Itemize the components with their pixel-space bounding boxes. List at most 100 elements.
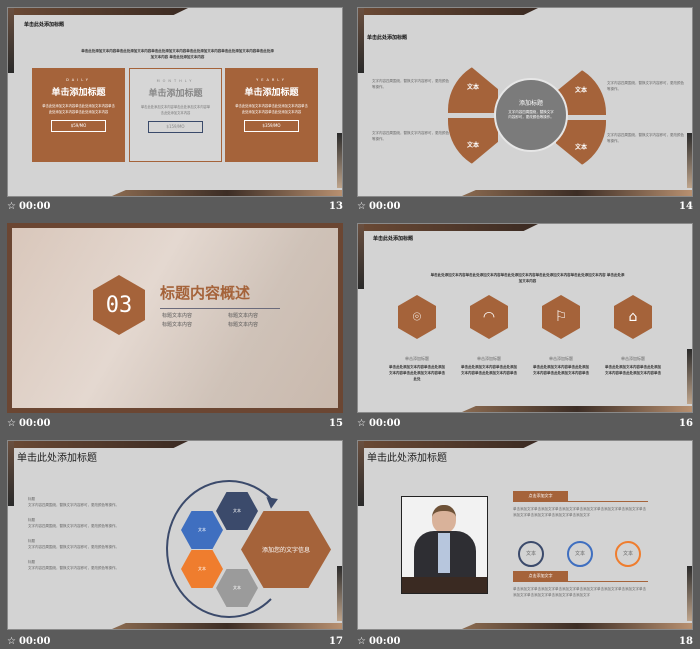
slide-title: 单击此处添加标题	[17, 453, 97, 464]
star-icon[interactable]: ☆	[357, 636, 366, 647]
divider	[513, 581, 648, 582]
paragraph: 单击添加文字单击添加文字单击添加文字单击添加文字单击添加文字单击添加文字单击添加…	[513, 507, 646, 517]
side-text: 文字内容四周围绕，替换文字内容即可，更改颜色等操作。	[372, 79, 449, 89]
slide-time: 00:00	[368, 418, 401, 429]
wood-edge	[687, 349, 692, 404]
hex-label: 文本	[198, 527, 206, 532]
bullet-item: 标题文本内容	[162, 322, 193, 328]
price-button[interactable]: $359/MO	[244, 120, 299, 132]
item-body: 单击此处添加文本内容单击此处添加文本内容单击此处添加文本内容单击	[461, 365, 517, 375]
star-icon[interactable]: ☆	[357, 418, 366, 429]
card-body: 单击此处添加文本内容单击此处添加文本内容单击此处添加文本内容单击此处添加文本内容	[235, 104, 308, 114]
block-text: 文字内容四周围绕，替换文字内容即可，更改颜色等操作。	[28, 524, 119, 528]
hex-label: 文本	[233, 508, 241, 513]
slide-timing: ☆ 00:00	[357, 201, 401, 212]
petal-label: 文本	[574, 143, 587, 151]
slide-thumbnail-15[interactable]: 03 标题内容概述 标题文本内容 标题文本内容 标题文本内容 标题文本内容	[7, 223, 343, 413]
wood-edge	[358, 8, 538, 15]
wood-edge	[337, 566, 342, 621]
star-icon[interactable]: ☆	[7, 636, 16, 647]
card-period: YEARLY	[256, 78, 287, 82]
section-title: 标题内容概述	[160, 284, 251, 302]
slide-thumbnail-18[interactable]: 单击此处添加标题 点击添加文字 单击添加文字单击添加文字单击添加文字单击添加文字…	[357, 440, 693, 630]
wood-edge	[8, 8, 188, 15]
wood-edge	[8, 441, 14, 506]
pricing-card-monthly: MONTHLY 单击添加标题 单击此处添加文本内容单击此处添加文本内容单击此处添…	[129, 68, 222, 162]
hex-label: 文本	[233, 585, 241, 590]
card-body: 单击此处添加文本内容单击此处添加文本内容单击此处添加文本内容	[140, 105, 211, 115]
petal-top-left: 文本	[448, 60, 498, 113]
item-heading: 单击添加标题	[549, 356, 573, 361]
circle-orange: 文本	[615, 541, 641, 567]
circle-navy: 文本	[518, 541, 544, 567]
bullet-item: 标题文本内容	[228, 313, 259, 319]
divider	[160, 308, 280, 309]
slide-title: 单击此处添加标题	[373, 236, 414, 242]
location-pin-icon: ⌾	[398, 295, 436, 339]
wood-edge	[8, 441, 188, 448]
person-photo	[401, 496, 488, 594]
slide-number: 16	[679, 418, 693, 429]
slide-thumbnail-16[interactable]: 单击此处添加标题 单击此处添加文本内容单击此处添加文本内容单击此处添加文本内容单…	[357, 223, 693, 413]
wood-edge	[8, 8, 14, 73]
price-button[interactable]: $159/MO	[148, 121, 203, 133]
slide-time: 00:00	[18, 418, 51, 429]
item-body: 单击此处添加文本内容单击此处添加文本内容单击此处添加文本内容单击此处	[389, 365, 445, 381]
card-body: 单击此处添加文本内容单击此处添加文本内容单击此处添加文本内容单击此处添加文本内容	[42, 104, 115, 114]
price-button[interactable]: $59/MO	[51, 120, 106, 132]
slide-number: 14	[679, 201, 693, 212]
intro-text: 单击此处添加文本内容单击此处添加文本内容单击此处添加文本内容单击此处添加文本内容…	[430, 273, 625, 283]
slide-timing: ☆ 00:00	[357, 418, 401, 429]
block-text: 文字内容四周围绕，替换文字内容即可，更改颜色等操作。	[28, 545, 119, 549]
item-body: 单击此处添加文本内容单击此处添加文本内容单击此处添加文本内容单击	[605, 365, 661, 375]
wood-edge	[358, 441, 538, 448]
paragraph: 单击添加文字单击添加文字单击添加文字单击添加文字单击添加文字单击添加文字单击添加…	[513, 587, 646, 597]
side-text: 文字内容四周围绕，替换文字内容即可，更改颜色等操作。	[372, 131, 449, 141]
wood-edge	[462, 190, 692, 196]
tag-label: 点击添加文字	[513, 571, 568, 581]
pricing-card-yearly: YEARLY 单击添加标题 单击此处添加文本内容单击此处添加文本内容单击此处添加…	[225, 68, 318, 162]
wood-edge	[337, 133, 342, 188]
slide-thumbnail-13[interactable]: 单击此处添加标题 单击此处添加文本内容单击此处添加文本内容单击此处添加文本内容单…	[7, 7, 343, 197]
slide-timing: ☆ 00:00	[7, 636, 51, 647]
slide-title: 单击此处添加标题	[367, 453, 447, 464]
slide-title: 单击此处添加标题	[24, 22, 65, 28]
section-number: 03	[105, 292, 133, 318]
chevron-up-circle-icon: ◠	[470, 295, 508, 339]
card-heading: 单击添加标题	[148, 89, 203, 99]
wood-edge	[687, 133, 692, 188]
wood-edge	[358, 441, 364, 506]
slide-time: 00:00	[368, 201, 401, 212]
block-text: 文字内容四周围绕，替换文字内容即可，更改颜色等操作。	[28, 566, 119, 570]
card-heading: 单击添加标题	[244, 88, 299, 98]
slide-number: 15	[329, 418, 343, 429]
slide-number: 17	[329, 636, 343, 647]
flag-icon: ⚐	[554, 309, 568, 325]
slide-timing: ☆ 00:00	[357, 636, 401, 647]
center-title: 添加标题	[518, 100, 543, 107]
petal-bottom-left: 文本	[448, 118, 498, 171]
bullet-item: 标题文本内容	[162, 313, 193, 319]
star-icon[interactable]: ☆	[7, 201, 16, 212]
side-text: 文字内容四周围绕，替换文字内容即可，更改颜色等操作。	[607, 81, 684, 91]
tag-label: 点击添加文字	[513, 491, 568, 501]
slide-thumbnail-14[interactable]: 单击此处添加标题 文字内容四周围绕，替换文字内容即可，更改颜色等操作。 文字内容…	[357, 7, 693, 197]
wood-edge	[687, 566, 692, 621]
item-heading: 单击添加标题	[405, 356, 429, 361]
slide-time: 00:00	[18, 201, 51, 212]
star-icon[interactable]: ☆	[7, 418, 16, 429]
section-number-hexagon: 03	[93, 275, 145, 335]
bullet-item: 标题文本内容	[228, 322, 259, 328]
item-body: 单击此处添加文本内容单击此处添加文本内容单击此处添加文本内容单击	[533, 365, 589, 375]
wood-edge	[358, 224, 364, 289]
slide-thumbnail-17[interactable]: 单击此处添加标题 标题 文字内容四周围绕，替换文字内容即可，更改颜色等操作。 标…	[7, 440, 343, 630]
card-heading: 单击添加标题	[51, 88, 106, 98]
slide-time: 00:00	[368, 636, 401, 647]
home-icon: ⌂	[628, 309, 638, 325]
card-period: DAILY	[66, 78, 91, 82]
petal-label: 文本	[466, 84, 479, 91]
star-icon[interactable]: ☆	[357, 201, 366, 212]
slide-time: 00:00	[18, 636, 51, 647]
text-blocks: 标题 文字内容四周围绕，替换文字内容即可，更改颜色等操作。 标题 文字内容四周围…	[28, 496, 148, 571]
divider	[513, 501, 648, 502]
